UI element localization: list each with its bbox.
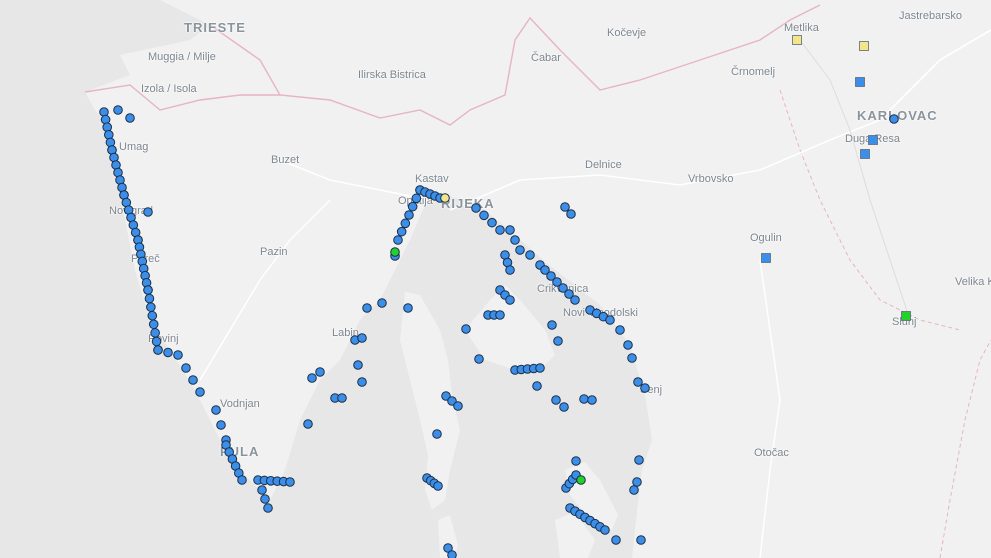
station-marker[interactable] — [636, 535, 646, 545]
station-marker[interactable] — [104, 130, 114, 140]
station-marker[interactable] — [396, 226, 407, 237]
station-marker[interactable] — [632, 477, 642, 487]
station-marker[interactable] — [125, 113, 135, 123]
station-marker[interactable] — [195, 387, 205, 397]
station-marker[interactable] — [105, 137, 116, 148]
station-marker[interactable] — [432, 429, 442, 439]
station-marker[interactable] — [337, 393, 347, 403]
station-marker[interactable] — [640, 383, 650, 393]
station-marker[interactable] — [532, 381, 542, 391]
station-marker[interactable] — [260, 494, 270, 504]
station-marker[interactable] — [515, 245, 525, 255]
station-marker[interactable] — [510, 235, 520, 245]
station-marker[interactable] — [150, 328, 160, 338]
station-marker[interactable] — [587, 395, 597, 405]
station-marker[interactable] — [525, 250, 535, 260]
station-marker[interactable] — [216, 420, 226, 430]
station-square-marker[interactable] — [860, 149, 870, 159]
station-marker[interactable] — [474, 354, 484, 364]
station-marker[interactable] — [411, 193, 422, 204]
station-square-marker[interactable] — [868, 135, 878, 145]
station-marker[interactable] — [605, 315, 615, 325]
station-marker[interactable] — [307, 373, 317, 383]
station-square-marker[interactable] — [855, 77, 865, 87]
station-marker[interactable] — [390, 247, 400, 257]
station-marker[interactable] — [440, 193, 450, 203]
station-marker[interactable] — [479, 210, 489, 221]
station-marker[interactable] — [146, 302, 156, 312]
station-marker[interactable] — [629, 485, 639, 495]
station-marker[interactable] — [579, 394, 589, 404]
station-marker[interactable] — [495, 310, 505, 320]
station-marker[interactable] — [393, 235, 403, 245]
station-square-marker[interactable] — [792, 35, 802, 45]
station-marker[interactable] — [151, 336, 162, 347]
station-marker[interactable] — [377, 298, 387, 308]
station-marker[interactable] — [153, 345, 163, 355]
station-marker[interactable] — [102, 122, 112, 132]
station-marker[interactable] — [362, 303, 372, 313]
station-marker[interactable] — [315, 367, 325, 377]
station-marker[interactable] — [100, 114, 111, 125]
station-marker[interactable] — [433, 481, 443, 491]
marker-layer — [99, 35, 911, 558]
station-marker[interactable] — [173, 350, 183, 360]
station-marker[interactable] — [553, 336, 563, 346]
station-marker[interactable] — [285, 477, 295, 487]
station-marker[interactable] — [559, 402, 569, 412]
station-marker[interactable] — [353, 360, 363, 370]
station-marker[interactable] — [211, 405, 221, 415]
station-marker[interactable] — [144, 293, 155, 304]
station-marker[interactable] — [627, 353, 637, 363]
station-marker[interactable] — [188, 375, 198, 385]
station-marker[interactable] — [634, 455, 644, 465]
station-marker[interactable] — [404, 210, 414, 220]
station-marker[interactable] — [407, 201, 418, 212]
station-marker[interactable] — [566, 209, 576, 219]
station-marker[interactable] — [257, 485, 267, 495]
station-marker[interactable] — [453, 401, 463, 411]
station-marker[interactable] — [99, 107, 109, 117]
station-marker[interactable] — [576, 475, 586, 485]
station-marker[interactable] — [600, 525, 610, 535]
station-marker[interactable] — [611, 535, 621, 545]
station-marker[interactable] — [570, 295, 580, 305]
station-marker[interactable] — [487, 217, 497, 228]
station-marker[interactable] — [551, 395, 561, 405]
station-marker[interactable] — [237, 475, 247, 485]
station-marker[interactable] — [143, 285, 153, 295]
station-marker[interactable] — [547, 320, 557, 330]
station-marker[interactable] — [461, 324, 471, 334]
station-marker[interactable] — [560, 202, 570, 212]
station-marker[interactable] — [633, 377, 643, 387]
station-marker[interactable] — [143, 207, 153, 217]
station-square-marker[interactable] — [859, 41, 869, 51]
station-square-marker[interactable] — [901, 311, 911, 321]
station-marker[interactable] — [615, 325, 625, 335]
station-marker[interactable] — [889, 114, 899, 124]
station-square-marker[interactable] — [761, 253, 771, 263]
station-marker[interactable] — [403, 303, 413, 313]
station-marker[interactable] — [148, 319, 159, 330]
station-marker[interactable] — [263, 503, 273, 513]
station-marker[interactable] — [495, 225, 505, 235]
station-marker[interactable] — [571, 456, 581, 466]
station-marker[interactable] — [163, 347, 173, 358]
station-marker[interactable] — [535, 363, 545, 373]
station-marker[interactable] — [147, 310, 158, 321]
station-marker[interactable] — [505, 265, 515, 275]
station-marker[interactable] — [357, 333, 367, 343]
station-marker[interactable] — [623, 340, 633, 350]
station-marker[interactable] — [505, 225, 515, 235]
station-marker[interactable] — [400, 218, 411, 229]
station-marker[interactable] — [471, 203, 481, 213]
station-marker[interactable] — [113, 105, 123, 115]
station-marker[interactable] — [303, 419, 313, 429]
station-marker[interactable] — [181, 363, 191, 373]
station-marker[interactable] — [357, 377, 367, 387]
station-marker[interactable] — [505, 295, 515, 305]
station-marker[interactable] — [447, 550, 457, 558]
map-view[interactable]: TRIESTE Muggia / Milje Izola / Isola Ilirsk… — [0, 0, 991, 558]
